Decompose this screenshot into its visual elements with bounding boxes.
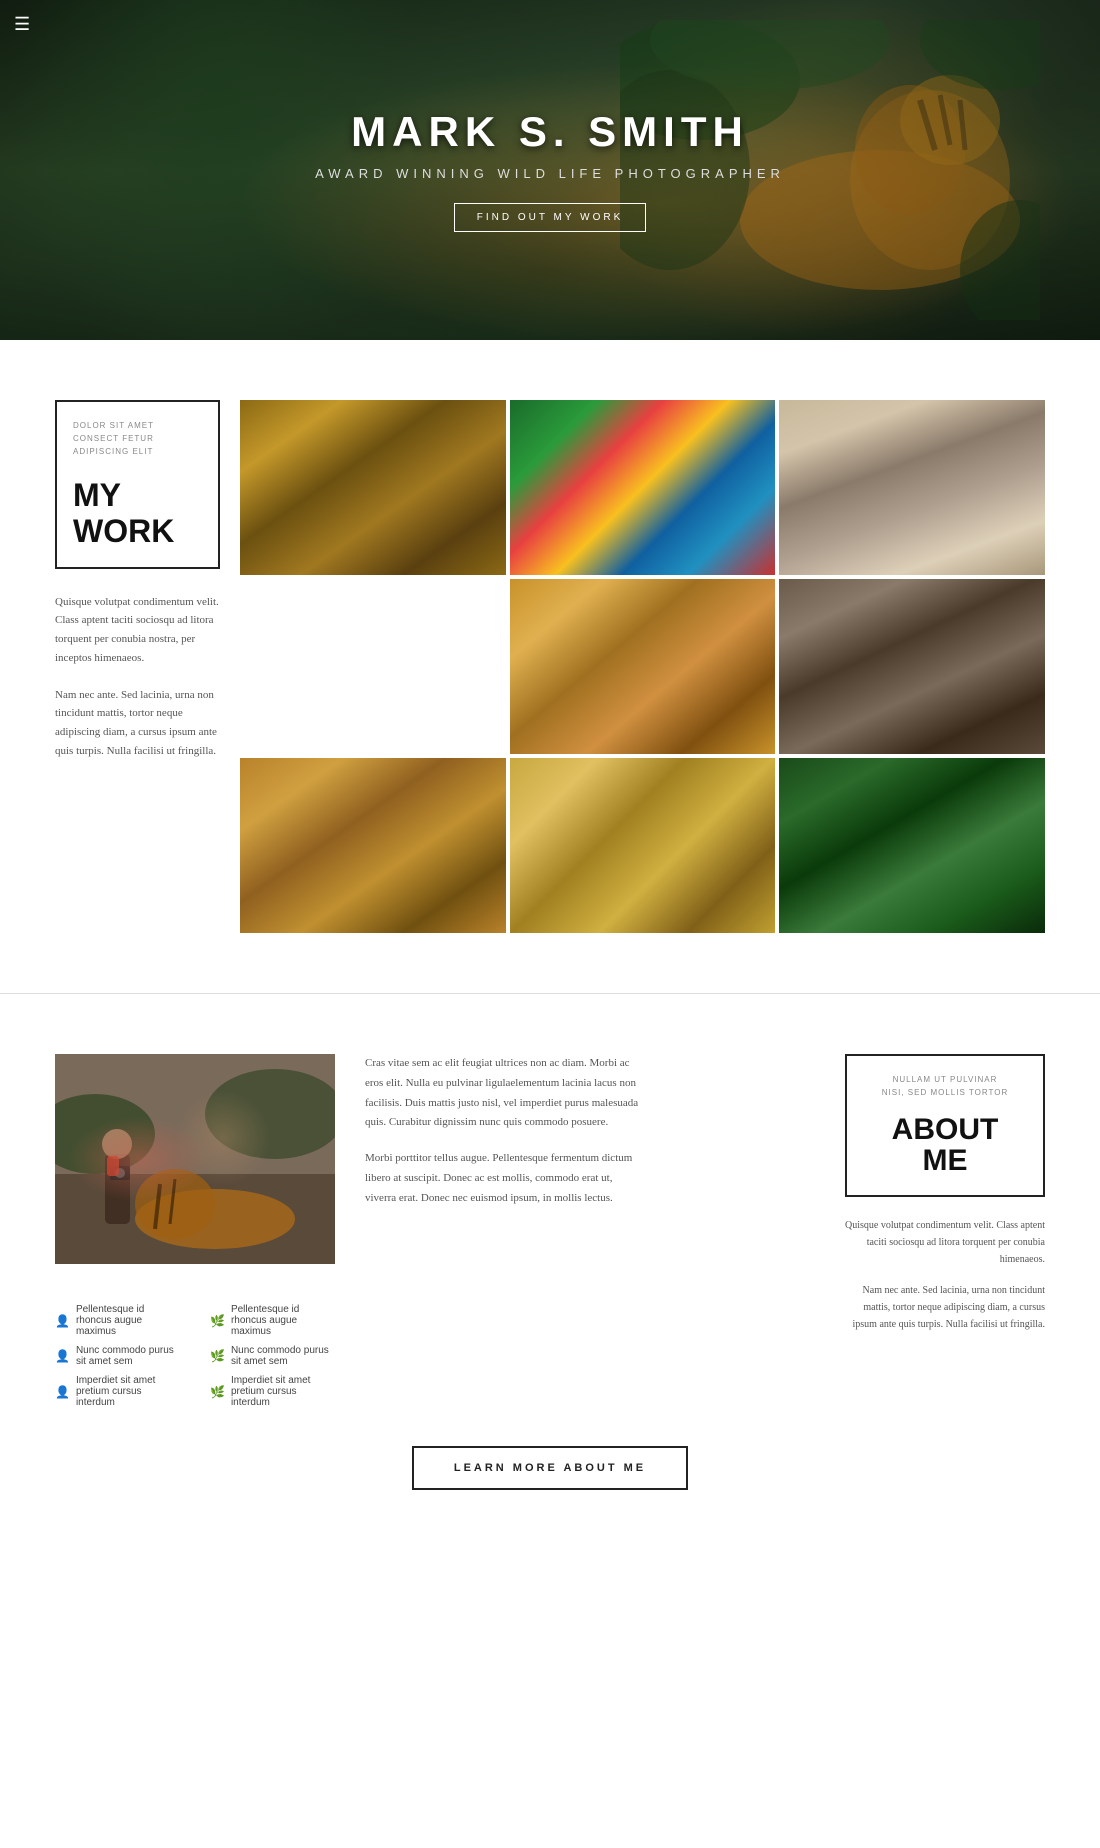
work-section: DOLOR SIT AMETCONSECT FETURADIPISCING EL… — [0, 340, 1100, 993]
about-list-item: Imperdiet sit amet pretium cursus interd… — [55, 1375, 180, 1408]
about-right-desc-2: Nam nec ante. Sed lacinia, urna non tinc… — [845, 1282, 1045, 1333]
photo-boar[interactable] — [779, 579, 1045, 754]
about-list-item: Pellentesque id rhoncus augue maximus — [55, 1304, 180, 1337]
photo-parrot[interactable] — [510, 400, 776, 575]
about-right-desc-1: Quisque volutpat condimentum velit. Clas… — [845, 1217, 1045, 1268]
work-label-box: DOLOR SIT AMETCONSECT FETURADIPISCING EL… — [55, 400, 220, 569]
hero-name: MARK S. SMITH — [315, 108, 785, 156]
about-list-item: Nunc commodo purus sit amet sem — [210, 1345, 335, 1367]
about-label-box: NULLAM UT PULVINARNISI, SED MOLLIS TORTO… — [845, 1054, 1045, 1197]
about-section: Pellentesque id rhoncus augue maximus Nu… — [0, 994, 1100, 1570]
work-label-title: MY WORK — [73, 478, 202, 548]
learn-more-button[interactable]: LEARN MORE ABOUT ME — [412, 1446, 688, 1490]
about-col-right: NULLAM UT PULVINARNISI, SED MOLLIS TORTO… — [845, 1054, 1045, 1347]
about-photographer-image — [55, 1054, 335, 1264]
work-photo-grid — [240, 400, 1045, 933]
work-label-subtitle: DOLOR SIT AMETCONSECT FETURADIPISCING EL… — [73, 420, 202, 458]
about-list-item: Pellentesque id rhoncus augue maximus — [210, 1304, 335, 1337]
about-list-item: Imperdiet sit amet pretium cursus interd… — [210, 1375, 335, 1408]
hero-section: ☰ MARK S. SMITH AWARD WINNING WILD LIFE … — [0, 0, 1100, 340]
about-list-right: Pellentesque id rhoncus augue maximus Nu… — [210, 1304, 335, 1416]
photo-giraffe[interactable] — [510, 758, 776, 933]
about-box-title: ABOUT ME — [863, 1114, 1027, 1177]
find-work-button[interactable]: FIND OUT MY WORK — [454, 203, 647, 232]
about-row: Pellentesque id rhoncus augue maximus Nu… — [55, 1054, 1045, 1416]
about-lists-row: Pellentesque id rhoncus augue maximus Nu… — [55, 1284, 335, 1416]
hero-content: MARK S. SMITH AWARD WINNING WILD LIFE PH… — [315, 108, 785, 232]
about-col-mid: Cras vitae sem ac elit feugiat ultrices … — [335, 1054, 845, 1209]
work-inner: DOLOR SIT AMETCONSECT FETURADIPISCING EL… — [55, 400, 1045, 933]
work-desc-2: Nam nec ante. Sed lacinia, urna non tinc… — [55, 686, 220, 761]
photo-wolf[interactable] — [240, 579, 506, 754]
about-list-left: Pellentesque id rhoncus augue maximus Nu… — [55, 1304, 180, 1416]
work-left-panel: DOLOR SIT AMETCONSECT FETURADIPISCING EL… — [55, 400, 240, 933]
hamburger-menu[interactable]: ☰ — [14, 14, 30, 35]
about-img-svg — [55, 1054, 335, 1264]
photo-lion-cub[interactable] — [510, 579, 776, 754]
photo-forest[interactable] — [779, 758, 1045, 933]
photo-lions[interactable] — [240, 758, 506, 933]
about-box-subtitle: NULLAM UT PULVINARNISI, SED MOLLIS TORTO… — [863, 1074, 1027, 1100]
work-desc-1: Quisque volutpat condimentum velit. Clas… — [55, 593, 220, 668]
hero-subtitle: AWARD WINNING WILD LIFE PHOTOGRAPHER — [315, 166, 785, 181]
about-col-left: Pellentesque id rhoncus augue maximus Nu… — [55, 1054, 335, 1416]
photo-elephant[interactable] — [779, 400, 1045, 575]
photo-monkey[interactable] — [240, 400, 506, 575]
about-list-item: Nunc commodo purus sit amet sem — [55, 1345, 180, 1367]
about-text-1: Cras vitae sem ac elit feugiat ultrices … — [365, 1054, 645, 1133]
about-text-2: Morbi porttitor tellus augue. Pellentesq… — [365, 1149, 645, 1208]
learn-btn-wrap: LEARN MORE ABOUT ME — [55, 1416, 1045, 1510]
